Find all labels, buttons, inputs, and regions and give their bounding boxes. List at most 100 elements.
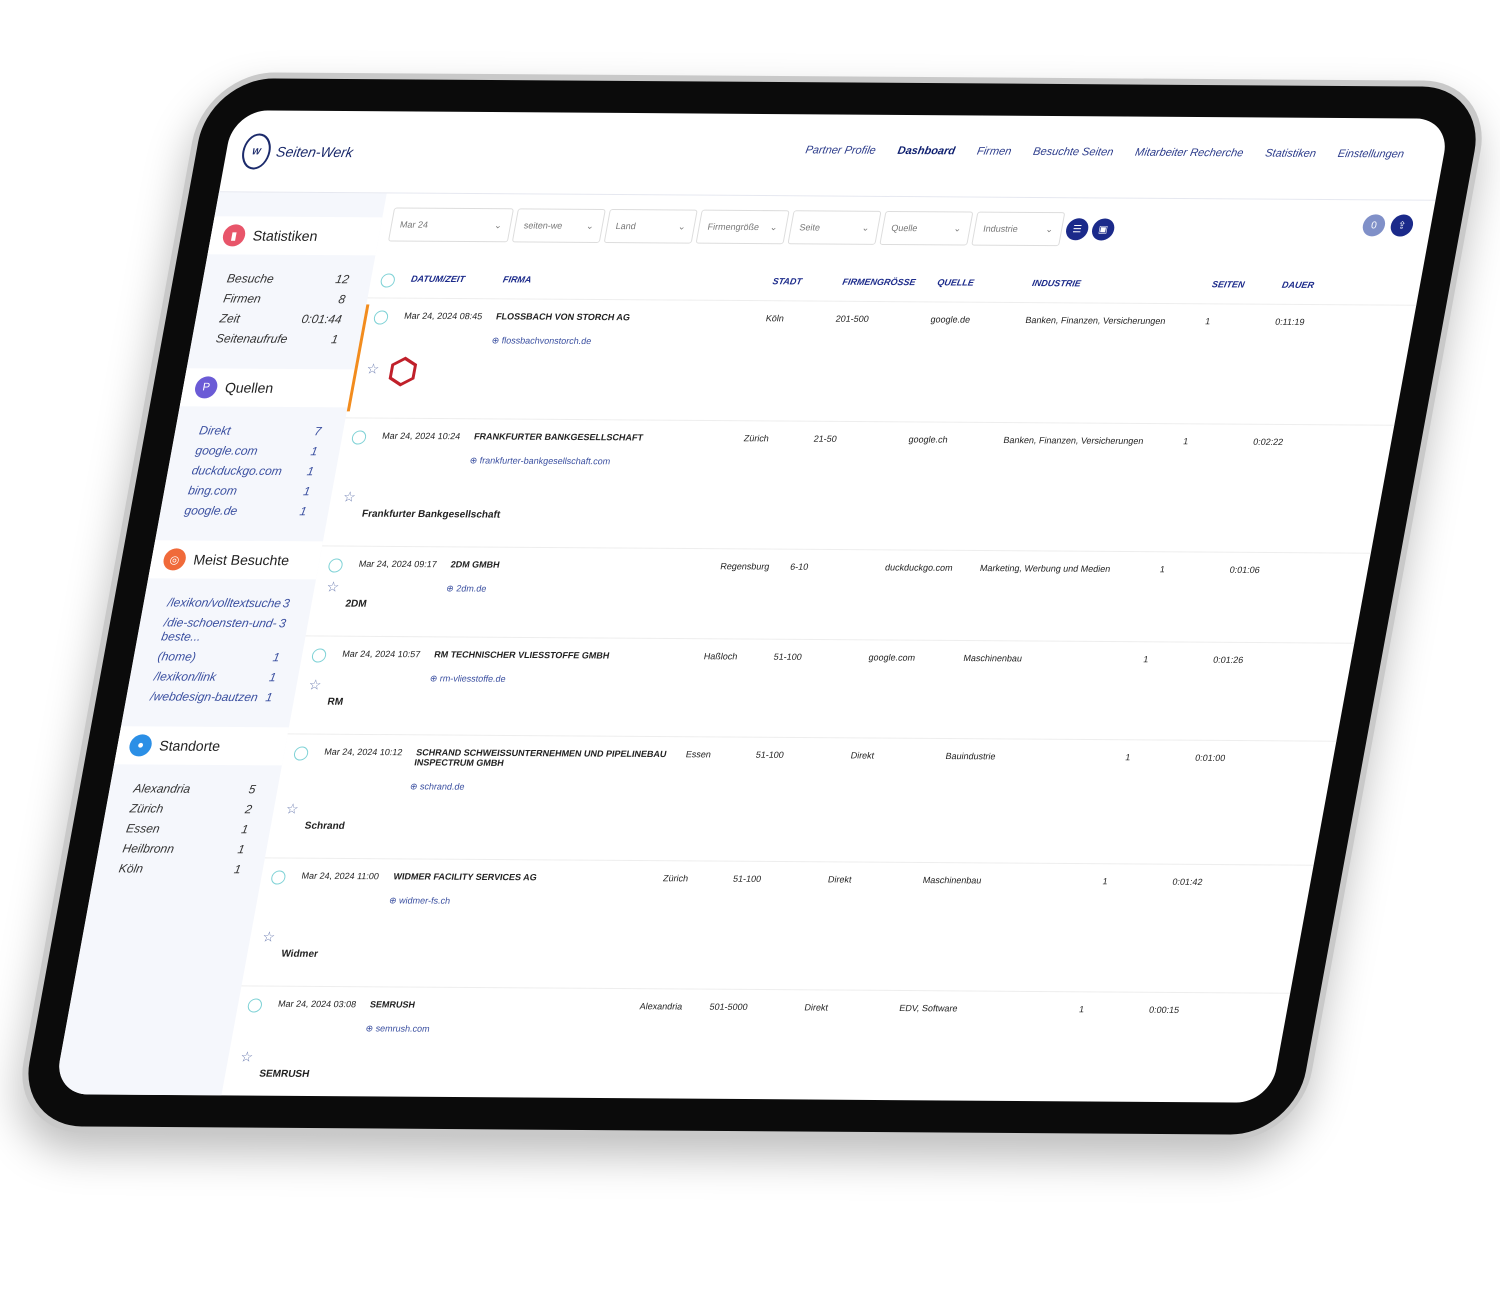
star-icon[interactable]: ☆	[307, 676, 322, 693]
row-select-radio[interactable]	[327, 558, 344, 573]
row-select-radio[interactable]	[310, 648, 328, 663]
table-row[interactable]: Mar 24, 2024 11:00 WIDMER FACILITY SERVI…	[241, 858, 1314, 994]
column-header[interactable]: DATUM/ZEIT	[409, 274, 503, 289]
sidebar-stat-row[interactable]: /die-schoensten-und-beste... 3	[136, 612, 310, 647]
filter-settings-icon[interactable]: ☰	[1064, 218, 1091, 241]
sidebar-stat-row[interactable]: Zeit 0:01:44	[194, 308, 365, 329]
section-title: Statistiken	[251, 227, 320, 244]
row-select-radio[interactable]	[350, 430, 368, 445]
row-select-radio[interactable]	[372, 310, 390, 325]
sidebar-stat-row[interactable]: Firmen 8	[198, 288, 369, 309]
star-icon[interactable]: ☆	[325, 578, 340, 595]
sidebar-stat-row[interactable]: Direkt 7	[173, 420, 344, 441]
logo[interactable]: W Seiten-Werk	[239, 132, 356, 170]
sidebar-stat-row[interactable]: /lexikon/volltextsuche 3	[142, 592, 313, 613]
filter-dropdown[interactable]: Quelle ⌄	[879, 210, 974, 246]
stat-label: Essen	[125, 821, 161, 836]
nav-besuchte-seiten[interactable]: Besuchte Seiten	[1032, 146, 1114, 159]
stat-label: duckduckgo.com	[190, 463, 284, 479]
filter-dropdown[interactable]: Land ⌄	[603, 208, 698, 244]
row-date: Mar 24, 2024 09:17	[357, 558, 438, 570]
table-row[interactable]: Mar 24, 2024 10:57 RM TECHNISCHER VLIESS…	[287, 636, 1355, 742]
row-url-link[interactable]: ⊕ widmer-fs.ch	[388, 895, 660, 908]
column-header[interactable]: FIRMENGRÖSSE	[841, 277, 938, 292]
table-header: DATUM/ZEIT FIRMA STADT FIRMENGRÖSSE QUELLE IN…	[367, 255, 1425, 306]
row-url-link[interactable]: ⊕ 2dm.de	[445, 583, 717, 596]
url-text: semrush.com	[374, 1023, 431, 1034]
row-industry: Maschinenbau	[921, 875, 983, 886]
star-icon[interactable]: ☆	[261, 928, 276, 945]
nav-partner-profile[interactable]: Partner Profile	[804, 144, 876, 156]
column-header[interactable]: DAUER	[1280, 280, 1352, 294]
row-size: 51-100	[772, 651, 803, 662]
sidebar-stat-row[interactable]: bing.com 1	[163, 480, 334, 501]
stat-label: Zeit	[218, 311, 242, 326]
column-header[interactable]: STADT	[771, 276, 843, 290]
star-icon[interactable]: ☆	[239, 1048, 254, 1065]
filter-dropdown[interactable]: Industrie ⌄	[971, 211, 1066, 247]
sidebar-stat-row[interactable]: Heilbronn 1	[97, 838, 268, 859]
sidebar-stat-row[interactable]: duckduckgo.com 1	[166, 460, 337, 481]
sidebar-stat-row[interactable]: /webdesign-bautzen 1	[125, 686, 296, 707]
nav-einstellungen[interactable]: Einstellungen	[1337, 148, 1405, 160]
stat-value: 1	[232, 862, 243, 877]
filter-dropdown[interactable]: Seite ⌄	[787, 210, 882, 245]
row-select-radio[interactable]	[270, 870, 287, 885]
stat-label: /webdesign-bautzen	[149, 689, 260, 705]
star-icon[interactable]: ☆	[284, 800, 300, 817]
row-select-radio[interactable]	[246, 998, 264, 1013]
row-url-link[interactable]: ⊕ schrand.de	[409, 781, 681, 794]
stat-label: bing.com	[187, 483, 239, 498]
table-row[interactable]: Mar 24, 2024 03:08 SEMRUSH ⊕ semrush.com …	[219, 986, 1291, 1103]
star-icon[interactable]: ☆	[342, 488, 357, 505]
export-button[interactable]: ⇪	[1388, 214, 1415, 237]
sidebar-stat-row[interactable]: /lexikon/link 1	[128, 666, 299, 687]
filter-dropdown[interactable]: Mar 24 ⌄	[387, 207, 515, 243]
stat-value: 1	[271, 650, 282, 665]
save-icon[interactable]: ▣	[1090, 218, 1117, 241]
filter-dropdown[interactable]: Firmengröße ⌄	[695, 209, 790, 245]
column-header[interactable]: INDUSTRIE	[1031, 278, 1213, 293]
filter-dropdown[interactable]: seiten-we ⌄	[511, 208, 606, 243]
table-row[interactable]: Mar 24, 2024 09:17 2DM GMBH ⊕ 2dm.de Rege…	[305, 546, 1371, 644]
sidebar-stat-row[interactable]: Zürich 2	[104, 798, 275, 819]
select-all-radio[interactable]	[379, 273, 397, 288]
info-button[interactable]: 0	[1360, 214, 1387, 237]
stat-label: Seitenaufrufe	[214, 331, 289, 346]
row-url-link[interactable]: ⊕ rm-vliesstoffe.de	[429, 673, 701, 686]
stat-value: 3	[281, 596, 291, 611]
row-url-link[interactable]: ⊕ flossbachvonstorch.de	[491, 335, 763, 348]
stat-value: 7	[313, 424, 323, 439]
table-row[interactable]: Mar 24, 2024 10:12 SCHRAND SCHWEISSUNTER…	[264, 734, 1337, 866]
table-row[interactable]: Mar 24, 2024 08:45 FLOSSBACH VON STORCH …	[345, 298, 1417, 426]
standorte-icon: ●	[127, 734, 154, 757]
sidebar-stat-row[interactable]: Seitenaufrufe 1	[190, 328, 361, 349]
row-select-radio[interactable]	[292, 746, 310, 761]
row-industry: Banken, Finanzen, Versicherungen	[1024, 315, 1167, 327]
row-url-link[interactable]: ⊕ frankfurter-bankgesellschaft.com	[469, 455, 741, 468]
sidebar-stat-row[interactable]: Essen 1	[101, 818, 272, 839]
table-body: Mar 24, 2024 08:45 FLOSSBACH VON STORCH …	[219, 298, 1417, 1103]
sidebar-stat-row[interactable]: Köln 1	[93, 858, 264, 879]
stat-label: google.de	[183, 503, 239, 518]
sidebar-stat-row[interactable]: (home) 1	[132, 646, 303, 667]
sidebar-stat-row[interactable]: google.de 1	[159, 500, 330, 521]
sidebar-stat-row[interactable]: Alexandria 5	[108, 778, 279, 799]
stat-value: 1	[305, 464, 316, 479]
nav-dashboard[interactable]: Dashboard	[897, 145, 957, 157]
table-row[interactable]: Mar 24, 2024 10:24 FRANKFURTER BANKGESEL…	[322, 418, 1395, 554]
row-url-link[interactable]: ⊕ semrush.com	[365, 1023, 637, 1036]
sidebar-stat-row[interactable]: google.com 1	[170, 440, 341, 461]
nav-firmen[interactable]: Firmen	[976, 145, 1012, 157]
main-nav: Partner Profile Dashboard Firmen Besucht…	[804, 144, 1405, 160]
column-header[interactable]: QUELLE	[936, 277, 1033, 292]
stat-label: Besuche	[225, 271, 276, 286]
star-icon[interactable]: ☆	[365, 361, 380, 378]
nav-statistiken[interactable]: Statistiken	[1264, 148, 1317, 160]
column-header[interactable]: FIRMA	[501, 274, 773, 290]
column-header[interactable]: SEITEN	[1210, 279, 1282, 293]
sidebar-stat-row[interactable]: Besuche 12	[201, 268, 372, 289]
nav-mitarbeiter-recherche[interactable]: Mitarbeiter Recherche	[1134, 147, 1244, 160]
stat-label: Heilbronn	[121, 841, 176, 856]
row-duration: 0:01:06	[1228, 564, 1261, 575]
